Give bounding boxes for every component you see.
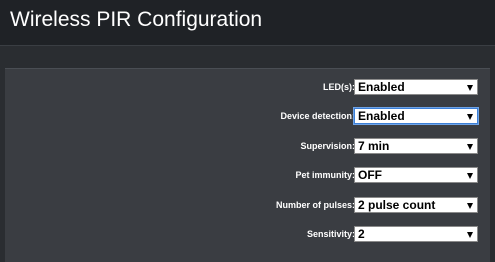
config-window: Wireless PIR Configuration LED(s): Enabl… [0, 0, 495, 262]
title-bar: Wireless PIR Configuration [0, 0, 495, 46]
device-detection-select[interactable]: Enabled [354, 108, 478, 124]
led-select[interactable]: Enabled [354, 79, 478, 95]
supervision-select[interactable]: 7 min [354, 138, 478, 154]
number-of-pulses-value: 2 pulse count [358, 198, 436, 212]
device-detection-row: Device detection: Enabled [5, 108, 490, 126]
number-of-pulses-row: Number of pulses: 2 pulse count [5, 197, 490, 215]
chevron-down-icon [467, 203, 473, 209]
pet-immunity-label: Pet immunity: [295, 170, 355, 180]
pet-immunity-value: OFF [358, 168, 382, 182]
chevron-down-icon [467, 85, 473, 91]
device-detection-label: Device detection: [280, 111, 355, 121]
number-of-pulses-label: Number of pulses: [275, 200, 355, 210]
led-label: LED(s): [323, 82, 355, 92]
chevron-down-icon [467, 114, 473, 120]
pet-immunity-select[interactable]: OFF [354, 167, 478, 183]
settings-panel: LED(s): Enabled Device detection: Enable… [5, 68, 490, 262]
supervision-label: Supervision: [300, 141, 355, 151]
sensitivity-label: Sensitivity: [306, 229, 355, 239]
supervision-row: Supervision: 7 min [5, 138, 490, 156]
led-row: LED(s): Enabled [5, 79, 490, 97]
sensitivity-value: 2 [358, 227, 365, 241]
led-value: Enabled [358, 80, 405, 94]
chevron-down-icon [467, 144, 473, 150]
number-of-pulses-select[interactable]: 2 pulse count [354, 197, 478, 213]
chevron-down-icon [467, 232, 473, 238]
supervision-value: 7 min [358, 139, 390, 153]
spacer [0, 46, 495, 68]
device-detection-value: Enabled [358, 109, 405, 123]
sensitivity-row: Sensitivity: 2 [5, 226, 490, 244]
chevron-down-icon [467, 173, 473, 179]
sensitivity-select[interactable]: 2 [354, 226, 478, 242]
pet-immunity-row: Pet immunity: OFF [5, 167, 490, 185]
page-title: Wireless PIR Configuration [10, 8, 263, 31]
